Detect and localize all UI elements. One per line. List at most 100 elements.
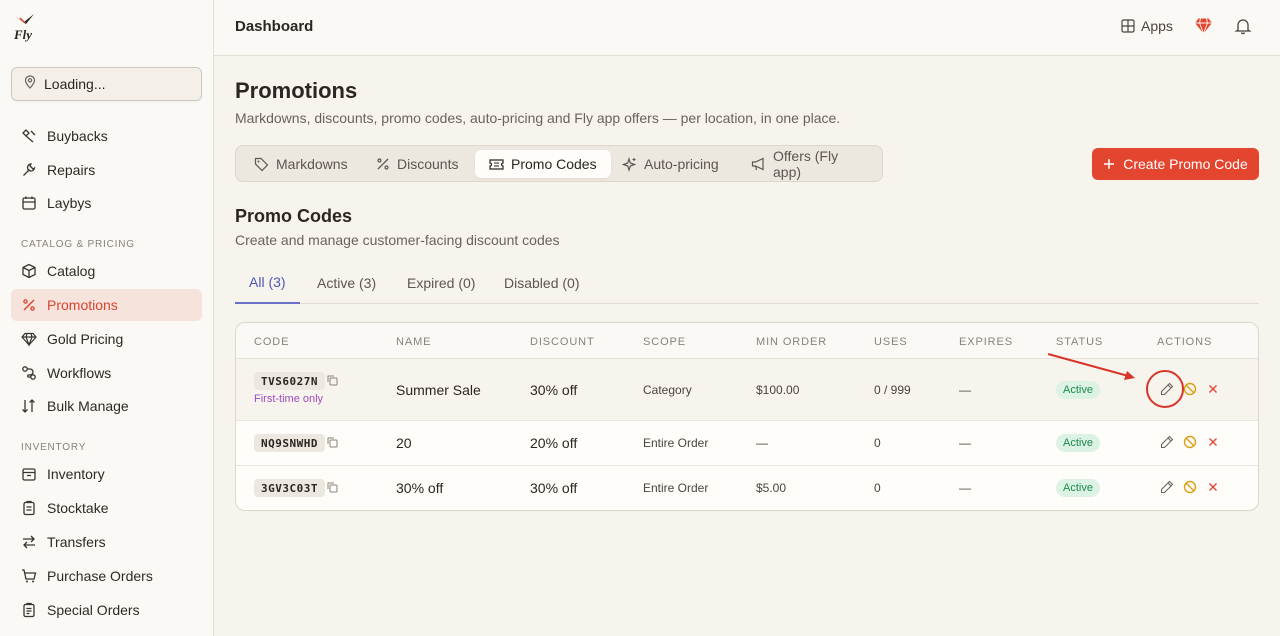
promo-code: NQ9SNWHD xyxy=(254,434,325,452)
tab-promo-codes[interactable]: Promo Codes xyxy=(475,150,611,178)
map-pin-icon xyxy=(24,74,36,94)
section-label-inventory: INVENTORY xyxy=(21,442,87,453)
column-header: SCOPE xyxy=(643,336,687,348)
clipboard-icon xyxy=(21,500,37,516)
promo-scope: Category xyxy=(643,383,692,397)
promo-code: TVS6027N xyxy=(254,372,325,390)
status-badge: Active xyxy=(1056,434,1100,452)
sidebar-item-transfers[interactable]: Transfers xyxy=(11,526,202,558)
column-header: CODE xyxy=(254,336,290,348)
sidebar-item-label: Promotions xyxy=(47,297,118,313)
tab-discounts[interactable]: Discounts xyxy=(362,150,472,178)
promo-uses: 0 / 999 xyxy=(874,383,911,397)
tab-label: Discounts xyxy=(397,156,459,172)
create-promo-code-button[interactable]: Create Promo Code xyxy=(1092,148,1259,180)
percent-icon xyxy=(376,157,390,171)
promo-uses: 0 xyxy=(874,481,881,495)
tab-label: Markdowns xyxy=(276,156,348,172)
tab-offers-fly-app[interactable]: Offers (Fly app) xyxy=(737,148,882,180)
sidebar-item-label: Bulk Manage xyxy=(47,398,129,414)
sidebar-item-stocktake[interactable]: Stocktake xyxy=(11,492,202,524)
delete-icon[interactable] xyxy=(1207,481,1219,493)
column-header: USES xyxy=(874,336,908,348)
promo-discount: 20% off xyxy=(530,435,578,451)
buyback-icon xyxy=(21,128,37,144)
sidebar-item-gold-pricing[interactable]: Gold Pricing xyxy=(11,323,202,355)
tab-markdowns[interactable]: Markdowns xyxy=(240,150,362,178)
diamond-icon xyxy=(21,331,37,347)
delete-icon[interactable] xyxy=(1207,436,1219,448)
gem-icon[interactable] xyxy=(1194,17,1213,40)
percent-icon xyxy=(21,297,37,313)
column-header: DISCOUNT xyxy=(530,336,595,348)
sidebar-item-catalog[interactable]: Catalog xyxy=(11,255,202,287)
fly-logo[interactable]: Fly xyxy=(12,12,38,42)
apps-button[interactable]: Apps xyxy=(1121,18,1173,34)
sidebar-item-label: Purchase Orders xyxy=(47,568,153,584)
sparkle-icon xyxy=(622,156,637,172)
copy-icon[interactable] xyxy=(327,437,338,448)
sidebar-item-label: Inventory xyxy=(47,466,105,482)
tab-label: Offers (Fly app) xyxy=(773,148,839,180)
promo-expires: — xyxy=(959,481,971,495)
location-label: Loading... xyxy=(44,76,106,92)
sidebar-item-repairs[interactable]: Repairs xyxy=(11,154,202,186)
sidebar-item-promotions[interactable]: Promotions xyxy=(11,289,202,321)
sidebar-item-inventory[interactable]: Inventory xyxy=(11,458,202,490)
sidebar-item-workflows[interactable]: Workflows xyxy=(11,357,202,389)
promo-name: Summer Sale xyxy=(396,382,481,398)
filter-tab-expired[interactable]: Expired (0) xyxy=(393,262,489,304)
clipboard-list-icon xyxy=(21,602,37,618)
edit-icon[interactable] xyxy=(1160,480,1174,494)
sidebar-item-buybacks[interactable]: Buybacks xyxy=(11,120,202,152)
sidebar: Fly Loading... Buybacks Repairs Laybys C… xyxy=(0,0,214,636)
sidebar-item-laybys[interactable]: Laybys xyxy=(11,187,202,219)
column-header: STATUS xyxy=(1056,336,1104,348)
tab-auto-pricing[interactable]: Auto-pricing xyxy=(608,150,733,178)
edit-icon[interactable] xyxy=(1160,435,1174,449)
sidebar-item-purchase-orders[interactable]: Purchase Orders xyxy=(11,560,202,592)
promo-filter-tabs: All (3) Active (3) Expired (0) Disabled … xyxy=(235,262,1259,304)
page-title: Promotions xyxy=(235,78,358,103)
section-label-catalog: CATALOG & PRICING xyxy=(21,239,135,250)
disable-icon[interactable] xyxy=(1183,382,1197,396)
sidebar-item-bulk-manage[interactable]: Bulk Manage xyxy=(11,390,202,422)
ticket-icon xyxy=(489,158,504,171)
promo-name: 30% off xyxy=(396,480,444,496)
edit-icon[interactable] xyxy=(1160,382,1174,396)
column-header: NAME xyxy=(396,336,432,348)
table-row[interactable]: NQ9SNWHD 20 20% off Entire Order — 0 — A… xyxy=(236,421,1258,466)
sidebar-item-special-orders[interactable]: Special Orders xyxy=(11,594,202,626)
promo-expires: — xyxy=(959,383,971,397)
megaphone-icon xyxy=(751,157,766,171)
sidebar-item-label: Laybys xyxy=(47,195,92,211)
transfer-icon xyxy=(21,534,37,550)
inventory-icon xyxy=(21,466,37,482)
location-selector[interactable]: Loading... xyxy=(11,67,202,101)
header-title: Dashboard xyxy=(235,18,314,35)
promotion-tabs: Markdowns Discounts Promo Codes Auto-pri… xyxy=(235,145,883,182)
cart-icon xyxy=(21,568,37,584)
filter-tab-all[interactable]: All (3) xyxy=(235,262,300,304)
promo-discount: 30% off xyxy=(530,382,578,398)
promo-min-order: — xyxy=(756,436,768,450)
tab-label: Promo Codes xyxy=(511,156,597,172)
create-button-label: Create Promo Code xyxy=(1123,156,1248,172)
copy-icon[interactable] xyxy=(327,482,338,493)
filter-tab-active[interactable]: Active (3) xyxy=(303,262,390,304)
promo-codes-title: Promo Codes xyxy=(235,206,353,226)
disable-icon[interactable] xyxy=(1183,480,1197,494)
sidebar-item-label: Gold Pricing xyxy=(47,331,124,347)
sidebar-item-label: Buybacks xyxy=(47,128,108,144)
disable-icon[interactable] xyxy=(1183,435,1197,449)
filter-tab-disabled[interactable]: Disabled (0) xyxy=(490,262,593,304)
column-header: ACTIONS xyxy=(1157,336,1213,348)
promo-uses: 0 xyxy=(874,436,881,450)
table-row[interactable]: 3GV3C03T 30% off 30% off Entire Order $5… xyxy=(236,466,1258,510)
sidebar-item-label: Special Orders xyxy=(47,602,140,618)
promo-discount: 30% off xyxy=(530,480,578,496)
delete-icon[interactable] xyxy=(1207,383,1219,395)
copy-icon[interactable] xyxy=(327,375,338,386)
column-header: EXPIRES xyxy=(959,336,1013,348)
bell-icon[interactable] xyxy=(1234,17,1252,40)
